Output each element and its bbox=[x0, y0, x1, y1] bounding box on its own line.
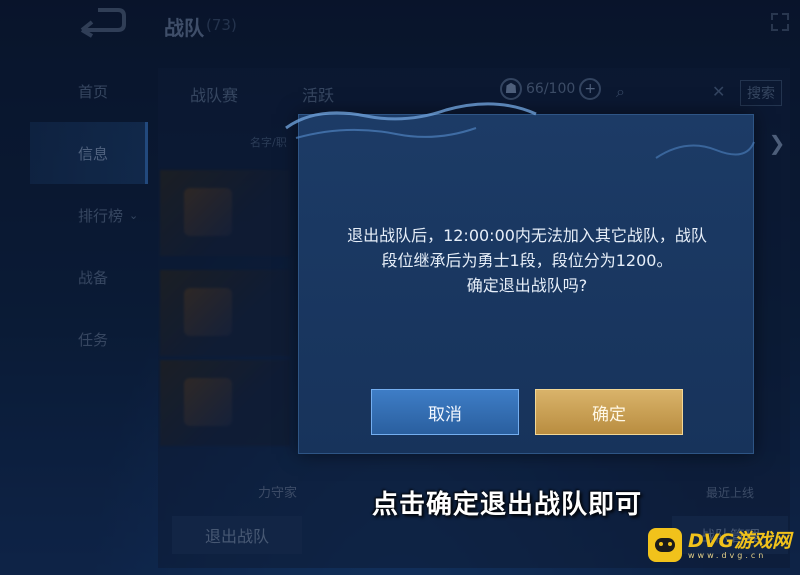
dialog-message: 退出战队后，12:00:00内无法加入其它战队，战队 段位继承后为勇士1段，段位… bbox=[299, 223, 755, 298]
dialog-message-line: 段位继承后为勇士1段，段位分为1200。 bbox=[381, 251, 673, 270]
leave-team-dialog: 退出战队后，12:00:00内无法加入其它战队，战队 段位继承后为勇士1段，段位… bbox=[298, 114, 754, 454]
watermark-domain: www.dvg.cn bbox=[688, 550, 767, 560]
watermark-brand: DVG游戏网 bbox=[688, 529, 792, 552]
watermark: DVG游戏网 www.dvg.cn bbox=[648, 528, 791, 562]
dialog-message-line: 退出战队后，12:00:00内无法加入其它战队，战队 bbox=[347, 226, 707, 245]
video-subtitle: 点击确定退出战队即可 bbox=[372, 490, 643, 520]
confirm-button[interactable]: 确定 bbox=[535, 389, 683, 435]
cancel-button[interactable]: 取消 bbox=[371, 389, 519, 435]
dialog-message-line: 确定退出战队吗? bbox=[466, 276, 588, 295]
gamepad-logo-icon bbox=[648, 528, 682, 562]
